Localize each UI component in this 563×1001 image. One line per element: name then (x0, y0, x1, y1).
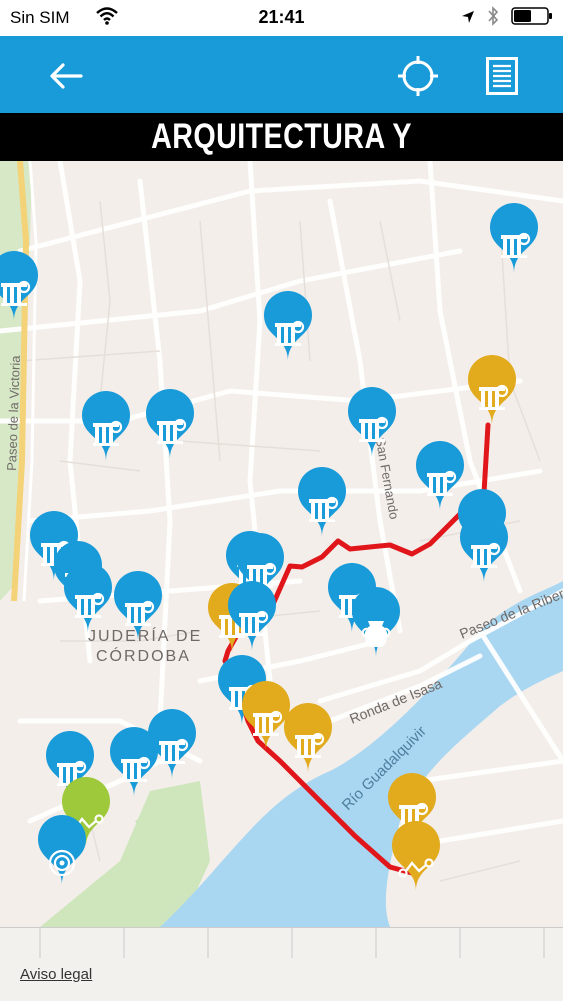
map-view[interactable]: Paseo de la Victoria Calle San Fernando … (0, 161, 563, 927)
status-bar: Sin SIM 21:41 (0, 0, 563, 36)
bluetooth-icon (487, 6, 499, 31)
page-title: ARQUITECTURA Y MONUMENTOS (0, 113, 563, 204)
location-arrow-icon (461, 9, 475, 29)
battery-icon (511, 7, 553, 30)
crosshair-icon (398, 56, 438, 96)
app-bar (0, 36, 563, 113)
locate-button[interactable] (396, 54, 440, 98)
footer-bar: Aviso legal (0, 927, 563, 1001)
back-button[interactable] (44, 54, 88, 98)
list-icon (486, 57, 518, 95)
status-right (461, 6, 553, 31)
back-arrow-icon (50, 63, 83, 89)
legal-link[interactable]: Aviso legal (20, 966, 92, 983)
footer-grid (39, 928, 545, 958)
district-label: JUDERÍA DE (88, 626, 202, 645)
district-label: CÓRDOBA (96, 646, 191, 665)
list-button[interactable] (480, 54, 524, 98)
